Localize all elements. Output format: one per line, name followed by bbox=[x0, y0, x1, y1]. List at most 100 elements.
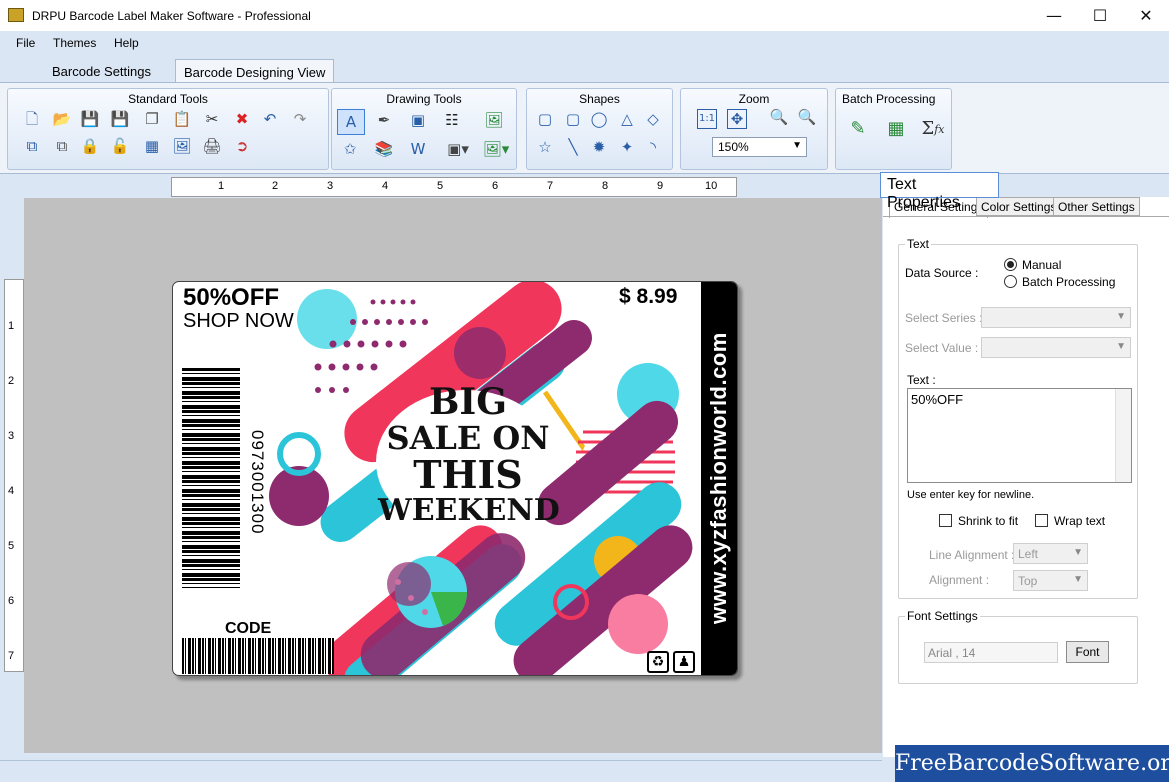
shrink-to-fit-checkbox[interactable] bbox=[939, 514, 952, 527]
batch-edit-icon[interactable]: ✎ bbox=[846, 117, 870, 141]
copy-icon[interactable]: ❐ bbox=[142, 109, 162, 129]
lock-icon[interactable]: 🔒 bbox=[80, 136, 100, 156]
align-dropdown-icon[interactable]: ▣▾ bbox=[442, 139, 474, 159]
select-value-dropdown[interactable]: ▼ bbox=[981, 337, 1131, 358]
radio-manual-label[interactable]: Manual bbox=[1022, 258, 1061, 272]
star-tool-icon[interactable]: ✩ bbox=[340, 139, 360, 159]
arc-shape-icon[interactable]: ◝ bbox=[643, 137, 663, 157]
burst-shape-icon[interactable]: ✹ bbox=[589, 137, 609, 157]
code-label[interactable]: CODE bbox=[225, 620, 271, 638]
tab-color-settings[interactable]: Color Settings bbox=[976, 197, 1062, 216]
radio-batch-processing[interactable] bbox=[1004, 275, 1017, 288]
unlock-icon[interactable]: 🔓 bbox=[110, 136, 130, 156]
minimize-button[interactable]: — bbox=[1031, 0, 1077, 31]
pen-tool-icon[interactable]: ✒ bbox=[374, 110, 394, 130]
subline-text[interactable]: SHOP NOW bbox=[183, 310, 294, 333]
library-tool-icon[interactable]: 📚 bbox=[374, 139, 394, 159]
watermark-tool-icon[interactable]: W bbox=[408, 139, 428, 159]
line-alignment-dropdown[interactable]: Left ▼ bbox=[1013, 543, 1088, 564]
app-icon bbox=[8, 8, 24, 22]
tab-barcode-settings[interactable]: Barcode Settings bbox=[44, 59, 159, 82]
zoom-select[interactable]: 150% ▼ bbox=[712, 137, 807, 157]
tab-barcode-designing-view[interactable]: Barcode Designing View bbox=[175, 59, 335, 82]
send-back-icon[interactable]: ⧉ bbox=[52, 136, 72, 156]
font-button[interactable]: Font bbox=[1066, 641, 1109, 663]
undo-icon[interactable]: ↶ bbox=[260, 109, 280, 129]
bring-front-icon[interactable]: ⧉ bbox=[22, 136, 42, 156]
line-shape-icon[interactable]: ╲ bbox=[563, 137, 583, 157]
group-zoom: Zoom 1:1 ✥ 🔍 🔍 150% ▼ bbox=[680, 88, 828, 170]
picture-tool-icon[interactable]: 🖼 bbox=[484, 110, 504, 130]
vertical-ruler: 1 2 3 4 5 6 7 bbox=[4, 279, 24, 672]
export-icon[interactable]: ➲ bbox=[232, 136, 252, 156]
triangle-shape-icon[interactable]: △ bbox=[617, 109, 637, 129]
price-text[interactable]: $ 8.99 bbox=[619, 285, 677, 309]
barcode-tool-icon[interactable]: ☷ bbox=[442, 110, 462, 130]
group-batch-processing: Batch Processing ✎ ▦ Σfx bbox=[835, 88, 952, 170]
menu-file[interactable]: File bbox=[16, 36, 35, 50]
menu-themes[interactable]: Themes bbox=[53, 36, 96, 50]
chevron-down-icon: ▼ bbox=[792, 140, 802, 151]
shrink-to-fit-label[interactable]: Shrink to fit bbox=[958, 514, 1018, 528]
recycle-icon[interactable]: ♻ bbox=[647, 651, 669, 673]
zoom-in-icon[interactable]: 🔍 bbox=[769, 107, 789, 127]
menu-help[interactable]: Help bbox=[114, 36, 139, 50]
radio-manual[interactable] bbox=[1004, 258, 1017, 271]
print-icon[interactable]: 🖨 bbox=[202, 136, 222, 156]
tab-other-settings[interactable]: Other Settings bbox=[1053, 197, 1140, 216]
ruler-mark: 7 bbox=[8, 650, 15, 662]
title-bar: DRPU Barcode Label Maker Software - Prof… bbox=[0, 0, 1169, 31]
ruler-mark: 5 bbox=[437, 180, 444, 192]
ellipse-shape-icon[interactable]: ◯ bbox=[589, 109, 609, 129]
print-preview-icon[interactable]: 🖼 bbox=[172, 136, 192, 156]
maximize-button[interactable]: ☐ bbox=[1077, 0, 1123, 31]
linear-barcode[interactable] bbox=[182, 368, 240, 588]
radio-batch-label[interactable]: Batch Processing bbox=[1022, 275, 1115, 289]
data-source-label: Data Source : bbox=[905, 266, 979, 280]
select-series-dropdown[interactable]: ▼ bbox=[981, 307, 1131, 328]
rectangle-shape-icon[interactable]: ▢ bbox=[535, 109, 555, 129]
image-tool-icon[interactable]: ▣ bbox=[408, 110, 428, 130]
text-tool-icon[interactable]: A bbox=[337, 109, 365, 135]
text-input[interactable]: 50%OFF bbox=[907, 388, 1132, 483]
zoom-actual-size-icon[interactable]: 1:1 bbox=[697, 109, 717, 129]
redo-icon[interactable]: ↷ bbox=[290, 109, 310, 129]
barcode-label[interactable]: www.xyzfashionworld.com 50%OFF SHOP NOW … bbox=[172, 281, 738, 676]
ruler-mark: 3 bbox=[327, 180, 334, 192]
newline-hint: Use enter key for newline. bbox=[907, 489, 1035, 501]
select-value-label: Select Value : bbox=[905, 341, 979, 355]
horizontal-ruler: 1 2 3 4 5 6 7 8 9 10 bbox=[171, 177, 737, 197]
people-icon[interactable]: ♟ bbox=[673, 651, 695, 673]
big-line-2: SALE ON bbox=[386, 419, 550, 457]
wrap-text-label[interactable]: Wrap text bbox=[1054, 514, 1105, 528]
line-alignment-value: Left bbox=[1018, 547, 1039, 561]
delete-icon[interactable]: ✖ bbox=[232, 109, 252, 129]
big-sale-text[interactable]: BIG SALE ON THIS WEEKEND bbox=[378, 384, 560, 526]
grid-icon[interactable]: ▦ bbox=[142, 136, 162, 156]
star4-shape-icon[interactable]: ✦ bbox=[617, 137, 637, 157]
save-icon[interactable]: 💾 bbox=[80, 109, 100, 129]
zoom-out-icon[interactable]: 🔍 bbox=[797, 107, 817, 127]
rounded-rect-shape-icon[interactable]: ▢ bbox=[563, 109, 583, 129]
cut-icon[interactable]: ✂ bbox=[202, 109, 222, 129]
close-button[interactable]: ✕ bbox=[1123, 0, 1169, 31]
star-shape-icon[interactable]: ☆ bbox=[535, 137, 555, 157]
diamond-shape-icon[interactable]: ◇ bbox=[643, 109, 663, 129]
ruler-mark: 8 bbox=[602, 180, 609, 192]
paste-icon[interactable]: 📋 bbox=[172, 109, 192, 129]
alignment-dropdown[interactable]: Top ▼ bbox=[1013, 570, 1088, 591]
postal-barcode[interactable] bbox=[182, 638, 334, 674]
image-dropdown-icon[interactable]: 🖼▾ bbox=[480, 139, 512, 159]
excel-import-icon[interactable]: ▦ bbox=[882, 117, 910, 141]
text-input-value: 50%OFF bbox=[911, 392, 964, 407]
website-text[interactable]: www.xyzfashionworld.com bbox=[703, 282, 735, 675]
zoom-fit-icon[interactable]: ✥ bbox=[727, 109, 747, 129]
headline-text[interactable]: 50%OFF bbox=[183, 284, 279, 312]
open-folder-icon[interactable]: 📂 bbox=[52, 109, 72, 129]
group-title: Zoom bbox=[738, 92, 770, 106]
save-as-icon[interactable]: 💾 bbox=[110, 109, 130, 129]
new-file-icon[interactable]: 🗋 bbox=[22, 109, 42, 129]
formula-icon[interactable]: Σfx bbox=[918, 117, 948, 141]
text-scrollbar[interactable] bbox=[1115, 389, 1131, 482]
wrap-text-checkbox[interactable] bbox=[1035, 514, 1048, 527]
